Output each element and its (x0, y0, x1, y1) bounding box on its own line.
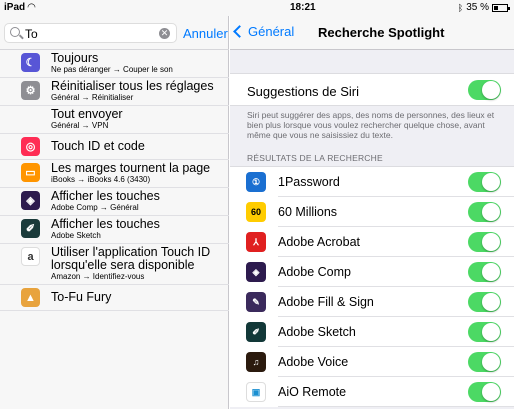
adobe-sketch-icon: ✐ (21, 219, 40, 238)
search-result[interactable]: ▲ To-Fu Fury (0, 285, 229, 311)
search-result[interactable]: a Utiliser l'application Touch ID lorsqu'… (0, 244, 229, 285)
search-bar: To ✕ Annuler (0, 16, 229, 50)
app-search-toggle[interactable] (468, 172, 501, 192)
app-search-toggle[interactable] (468, 232, 501, 252)
search-result-subtitle: Ne pas déranger → Couper le son (51, 65, 173, 74)
search-result[interactable]: Tout envoyer Général → VPN (0, 106, 229, 134)
clock: 18:21 (290, 2, 316, 13)
search-result-title: To-Fu Fury (51, 290, 112, 304)
adobe-comp-icon: ◈ (246, 262, 266, 282)
fingerprint-icon: ◎ (21, 137, 40, 156)
search-query[interactable]: To (25, 27, 38, 41)
battery-indicator: ᛒ 35 % (457, 2, 510, 13)
search-result-subtitle: Amazon → Identifiez-vous (51, 272, 145, 281)
app-name: Adobe Sketch (278, 325, 356, 339)
nav-bar: Général Recherche Spotlight (230, 16, 514, 50)
page-title: Recherche Spotlight (318, 25, 445, 40)
search-result-title: Tout envoyer (51, 107, 123, 121)
ibooks-icon: ▭ (21, 163, 40, 182)
app-list: ① 1Password 60 60 Millions ⅄ Adobe Acrobat ◈ Ad… (230, 166, 514, 407)
app-name: 1Password (278, 175, 340, 189)
app-name: Adobe Fill & Sign (278, 295, 374, 309)
search-result-title: Afficher les touches (51, 217, 160, 231)
app-search-toggle[interactable] (468, 202, 501, 222)
app-row: 60 60 Millions (230, 197, 514, 227)
cancel-button[interactable]: Annuler (183, 26, 228, 41)
app-row: ✎ Adobe Fill & Sign (230, 287, 514, 317)
app-row: ◈ Adobe Comp (230, 257, 514, 287)
adobe-sketch-icon: ✐ (246, 322, 266, 342)
app-search-toggle[interactable] (468, 382, 501, 402)
app-row: ✐ Adobe Sketch (230, 317, 514, 347)
search-icon (10, 27, 20, 37)
search-result-subtitle: iBooks → iBooks 4.6 (3430) (51, 175, 151, 184)
battery-icon (492, 3, 510, 12)
siri-suggestions-toggle[interactable] (468, 80, 501, 100)
search-result[interactable]: ◈ Afficher les touches Adobe Comp → Généra… (0, 188, 229, 216)
adobe-acrobat-icon: ⅄ (246, 232, 266, 252)
status-bar: iPad ◠ 18:21 ᛒ 35 % (0, 0, 514, 16)
search-result-subtitle: Adobe Comp → Général (51, 203, 139, 212)
amazon-icon: a (21, 247, 40, 266)
search-result-title: Afficher les touches (51, 189, 160, 203)
siri-suggestions-row: Suggestions de Siri (230, 73, 514, 106)
search-results: ☾ Toujours Ne pas déranger → Couper le son… (0, 50, 229, 311)
search-pane: To ✕ Annuler ☾ Toujours Ne pas déranger → … (0, 16, 229, 409)
search-result[interactable]: ▭ Les marges tournent la page iBooks → iBo… (0, 160, 229, 188)
search-result-subtitle: Général → Réinitialiser (51, 93, 134, 102)
app-search-toggle[interactable] (468, 352, 501, 372)
app-name: 60 Millions (278, 205, 338, 219)
back-label: Général (248, 24, 295, 39)
search-result-title: Toujours (51, 51, 99, 65)
app-name: AiO Remote (278, 385, 347, 399)
app-search-toggle[interactable] (468, 262, 501, 282)
search-result-title: Réinitialiser tous les réglages (51, 79, 214, 93)
back-button[interactable]: Général (232, 24, 294, 39)
row-separator (278, 406, 514, 407)
app-row: ⅄ Adobe Acrobat (230, 227, 514, 257)
app-search-toggle[interactable] (468, 322, 501, 342)
siri-suggestions-label: Suggestions de Siri (247, 84, 360, 99)
app-search-toggle[interactable] (468, 292, 501, 312)
battery-percent: 35 % (466, 2, 489, 13)
wifi-icon: ◠ (27, 2, 36, 13)
app-row: ① 1Password (230, 167, 514, 197)
clear-icon[interactable]: ✕ (159, 28, 170, 39)
60-millions-icon: 60 (246, 202, 266, 222)
bluetooth-icon: ᛒ (457, 2, 464, 13)
gear-icon: ⚙ (21, 81, 40, 100)
siri-description: Siri peut suggérer des apps, des noms de… (247, 110, 495, 140)
moon-icon: ☾ (21, 53, 40, 72)
search-result[interactable]: ⚙ Réinitialiser tous les réglages Général … (0, 78, 229, 106)
app-name: Adobe Voice (278, 355, 349, 369)
chevron-left-icon (233, 25, 246, 38)
1password-icon: ① (246, 172, 266, 192)
adobe-comp-icon: ◈ (21, 191, 40, 210)
tofu-fury-icon: ▲ (21, 288, 40, 307)
search-result-subtitle: Général → VPN (51, 121, 109, 130)
adobe-voice-icon: ♫ (246, 352, 266, 372)
search-result-subtitle: Adobe Sketch (51, 231, 101, 240)
app-row: ▣ AiO Remote (230, 377, 514, 407)
settings-pane: Général Recherche Spotlight Suggestions … (230, 16, 514, 409)
aio-remote-icon: ▣ (246, 382, 266, 402)
adobe-fill-sign-icon: ✎ (246, 292, 266, 312)
search-result-title: Les marges tournent la page (51, 161, 211, 175)
search-result[interactable]: ◎ Touch ID et code (0, 134, 229, 160)
search-input[interactable]: To ✕ (4, 23, 177, 43)
section-header: RÉSULTATS DE LA RECHERCHE (247, 153, 383, 163)
search-result-title: Utiliser l'application Touch ID lorsqu'e… (51, 245, 211, 272)
search-result[interactable]: ☾ Toujours Ne pas déranger → Couper le son (0, 50, 229, 78)
search-result[interactable]: ✐ Afficher les touches Adobe Sketch (0, 216, 229, 244)
app-row: ♫ Adobe Voice (230, 347, 514, 377)
app-name: Adobe Acrobat (278, 235, 361, 249)
search-result-title: Touch ID et code (51, 139, 145, 153)
device-label: iPad ◠ (4, 2, 36, 13)
app-name: Adobe Comp (278, 265, 351, 279)
